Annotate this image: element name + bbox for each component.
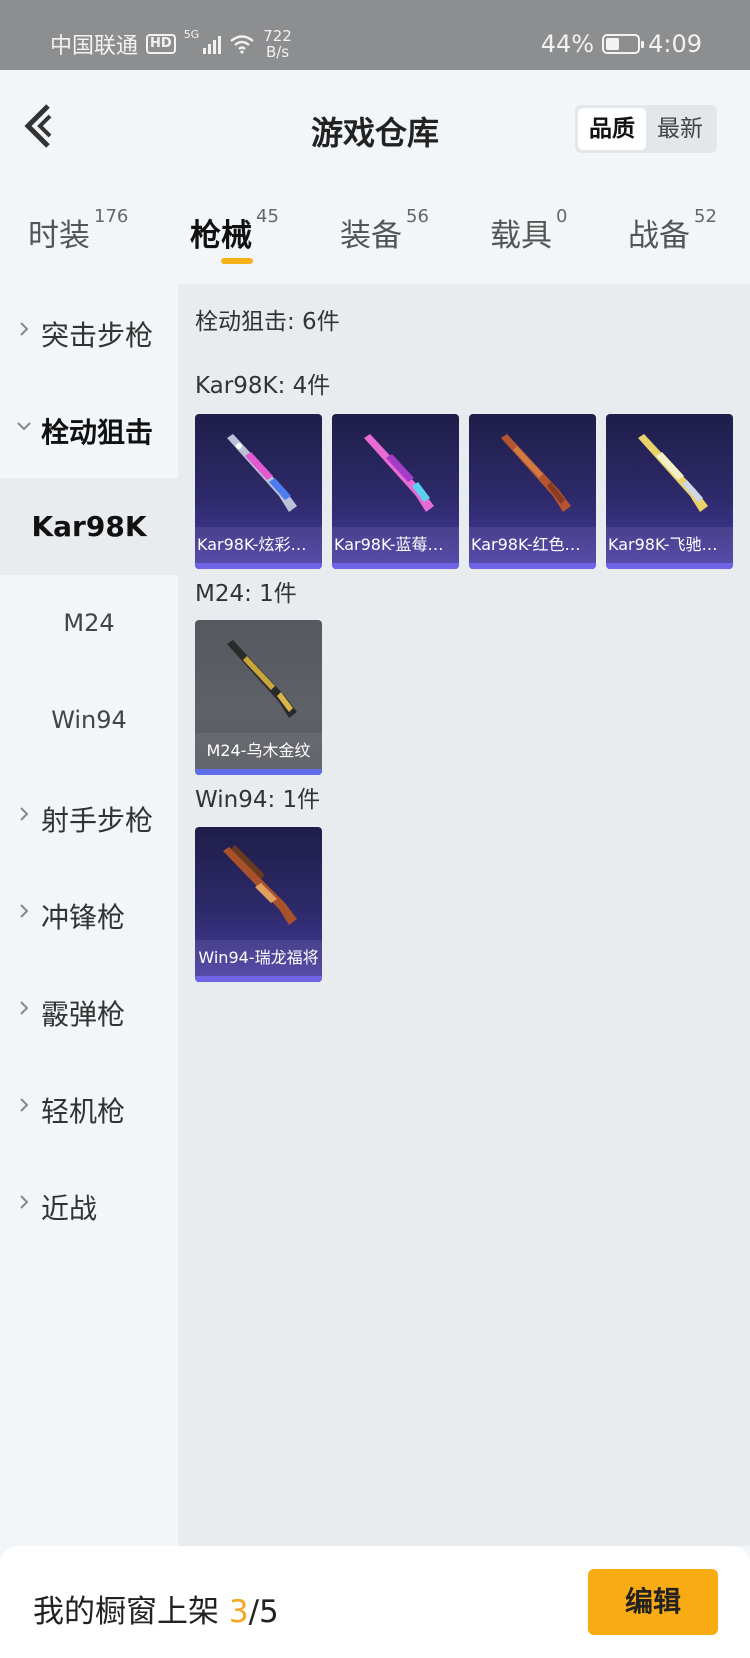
item-name: M24-乌木金纹 [195,733,322,769]
tab-battle-gear[interactable]: 战备52 [628,206,717,255]
rifle-skin-icon [223,845,297,925]
sidebar-item-label: 霰弹枪 [41,998,126,1031]
tab-firearms[interactable]: 枪械45 [190,206,279,255]
chevron-right-icon [20,1195,29,1209]
chevron-right-icon [20,322,29,336]
showcase-status: 我的橱窗上架 3/5 [33,1586,279,1631]
sidebar-item-label: 射手步枪 [41,804,154,837]
item-grid: 栓动狙击: 6件 Kar98K: 4件 Kar98K-炫彩节... Kar98K… [178,284,750,1546]
network-type: 5G [183,28,200,41]
battery-icon [602,34,645,54]
rifle-skin-icon [501,434,571,512]
speed-unit: B/s [265,43,290,61]
sidebar-item-label: 冲锋枪 [41,901,126,934]
sidebar-item-kar98k[interactable]: Kar98K [0,478,178,575]
rifle-skin-icon [364,434,434,512]
sidebar-item-label: 突击步枪 [41,319,154,352]
item-name: Win94-瑞龙福将 [195,940,322,976]
tab-count: 0 [556,206,568,227]
section-title: 栓动狙击: 6件 [195,309,340,335]
sort-toggle: 品质 最新 [575,105,717,153]
sidebar-item-bolt-sniper[interactable]: 栓动狙击 [0,381,178,478]
sidebar-item-label: 近战 [41,1192,98,1225]
category-tabs: 时装176 枪械45 装备56 载具0 战备52 [0,190,750,284]
tab-label: 战备 [628,218,690,254]
sidebar-item-m24[interactable]: M24 [0,575,178,672]
header: 游戏仓库 品质 最新 [0,70,750,190]
sidebar-item-assault-rifle[interactable]: 突击步枪 [0,284,178,381]
item-name: Kar98K-炫彩节... [195,527,322,563]
status-left: 中国联通 HD 5G 722 B/s [50,28,292,60]
group-title-kar98k: Kar98K: 4件 [195,373,331,399]
item-card-win94-1[interactable]: Win94-瑞龙福将 [195,827,322,982]
rifle-skin-icon [227,434,297,512]
wifi-icon [230,35,254,54]
carrier-name: 中国联通 [50,34,139,59]
item-card-kar98k-1[interactable]: Kar98K-炫彩节... [195,414,322,569]
signal-icon [203,34,222,54]
active-tab-indicator [221,258,253,264]
chevron-right-icon [20,807,29,821]
sidebar-item-melee[interactable]: 近战 [0,1157,178,1254]
sidebar-item-label: 轻机枪 [41,1095,126,1128]
edit-button[interactable]: 编辑 [588,1569,718,1635]
item-card-kar98k-2[interactable]: Kar98K-蓝莓炮... [332,414,459,569]
clock: 4:09 [648,30,702,58]
hd-badge: HD [146,34,176,54]
tab-label: 时装 [28,218,90,254]
item-card-m24-1[interactable]: M24-乌木金纹 [195,620,322,775]
weapon-type-sidebar: 突击步枪 栓动狙击 Kar98K M24 Win94 射手步枪 冲锋枪 霰弹枪 … [0,284,178,1546]
chevron-right-icon [20,904,29,918]
item-name: Kar98K-红色方... [469,527,596,563]
chevron-right-icon [20,1098,29,1112]
status-bar: 中国联通 HD 5G 722 B/s 44% 4:09 [0,0,750,70]
sidebar-item-label: 栓动狙击 [41,416,154,449]
quality-bar [606,563,733,569]
status-right: 44% 4:09 [541,30,702,58]
sidebar-item-marksman-rifle[interactable]: 射手步枪 [0,769,178,866]
showcase-total: /5 [248,1594,279,1630]
sidebar-item-lmg[interactable]: 轻机枪 [0,1060,178,1157]
tab-count: 176 [94,206,129,227]
showcase-label: 我的橱窗上架 [33,1594,219,1630]
item-name: Kar98K-蓝莓炮... [332,527,459,563]
tab-count: 52 [694,206,717,227]
network-speed: 722 B/s [263,28,292,60]
item-card-kar98k-4[interactable]: Kar98K-飞驰魅... [606,414,733,569]
rifle-skin-icon [638,434,708,512]
sort-newest-button[interactable]: 最新 [646,108,714,150]
tab-vehicles[interactable]: 载具0 [490,206,567,255]
quality-bar [195,563,322,569]
tab-label: 装备 [340,218,402,254]
chevron-down-icon [17,422,31,431]
sidebar-item-smg[interactable]: 冲锋枪 [0,866,178,963]
quality-bar [195,976,322,982]
sidebar-item-win94[interactable]: Win94 [0,672,178,769]
tab-fashion[interactable]: 时装176 [28,206,128,255]
group-title-win94: Win94: 1件 [195,787,321,813]
item-name: Kar98K-飞驰魅... [606,527,733,563]
sidebar-item-shotgun[interactable]: 霰弹枪 [0,963,178,1060]
sort-quality-button[interactable]: 品质 [578,108,646,150]
quality-bar [469,563,596,569]
tab-count: 45 [256,206,279,227]
item-card-kar98k-3[interactable]: Kar98K-红色方... [469,414,596,569]
chevron-right-icon [20,1001,29,1015]
group-title-m24: M24: 1件 [195,581,297,607]
tab-equipment[interactable]: 装备56 [340,206,429,255]
showcase-current-count: 3 [228,1594,249,1630]
bottom-bar: 我的橱窗上架 3/5 编辑 [0,1546,750,1658]
quality-bar [332,563,459,569]
tab-label: 枪械 [190,218,252,254]
rifle-skin-icon [227,640,297,718]
tab-count: 56 [406,206,429,227]
tab-label: 载具 [490,218,552,254]
quality-bar [195,769,322,775]
battery-percent: 44% [540,30,595,58]
